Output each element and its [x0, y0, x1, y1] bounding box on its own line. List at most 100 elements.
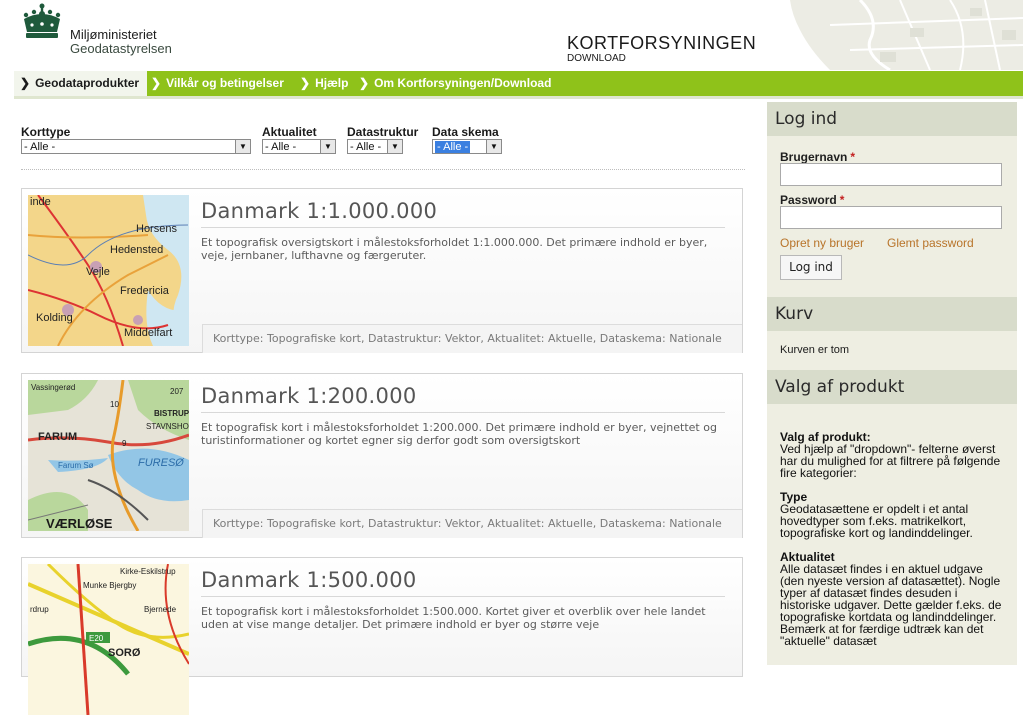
- thumb-label: Kirke-Eskilstrup: [120, 567, 176, 576]
- agency-name: Geodatastyrelsen: [70, 41, 172, 56]
- password-label: Password *: [780, 193, 844, 207]
- chevron-right-icon: ❯: [359, 76, 370, 90]
- thumb-label: BISTRUP: [154, 409, 189, 418]
- help-actual-text: Alle datasæt findes i en aktuel udgave (…: [780, 562, 1002, 648]
- chevron-right-icon: ❯: [151, 76, 162, 90]
- thumb-label: VÆRLØSE: [46, 516, 113, 531]
- nav-item-label: Om Kortforsyningen/Download: [374, 76, 552, 90]
- username-input[interactable]: [780, 163, 1002, 186]
- thumb-label: FURESØ: [138, 457, 185, 469]
- required-mark: *: [850, 150, 856, 164]
- filter-label: Korttype: [21, 125, 71, 139]
- basket-status: Kurven er tom: [780, 344, 850, 356]
- thumb-label: Horsens: [136, 223, 177, 235]
- thumb-label: Kolding: [36, 312, 73, 324]
- triangle-down-icon[interactable]: ▼: [235, 140, 250, 153]
- thumb-label: Vejle: [86, 266, 110, 278]
- select-value: - Alle -: [265, 141, 297, 153]
- nav-item-label: Hjælp: [315, 76, 349, 90]
- help-type: Type Geodatasættene er opdelt i et antal…: [780, 491, 1008, 539]
- username-label-text: Brugernavn: [780, 150, 848, 164]
- filter-divider: [21, 169, 745, 170]
- basket-heading: Kurv: [767, 297, 1017, 331]
- required-mark: *: [839, 193, 845, 207]
- thumb-label: 10: [110, 400, 119, 409]
- chevron-right-icon: ❯: [20, 76, 31, 90]
- filter-data-skema: Data skema - Alle - ▼: [432, 125, 502, 154]
- header-map-graphic: [770, 0, 1023, 70]
- title-divider: [201, 412, 725, 413]
- crown-icon: [23, 3, 61, 38]
- data-skema-select[interactable]: - Alle - ▼: [432, 139, 502, 154]
- thumb-label: SORØ: [108, 647, 141, 659]
- product-thumbnail-1[interactable]: inde Horsens Hedensted Vejle Fredericia …: [28, 195, 189, 346]
- product-title[interactable]: Danmark 1:1.000.000: [201, 199, 437, 223]
- help-type-text: Geodatasættene er opdelt i et antal hove…: [780, 502, 973, 540]
- brand-subtitle: DOWNLOAD: [567, 53, 626, 64]
- thumb-label: STAVNSHOLT: [146, 422, 189, 431]
- datastruktur-select[interactable]: - Alle - ▼: [347, 139, 403, 154]
- thumb-label: rdrup: [30, 605, 49, 614]
- nav-item-om-kortforsyningen[interactable]: ❯ Om Kortforsyningen/Download: [359, 71, 551, 96]
- help-intro: Valg af produkt: Ved hjælp af "dropdown"…: [780, 431, 1008, 479]
- password-input[interactable]: [780, 206, 1002, 229]
- help-intro-text: Ved hjælp af "dropdown"- felterne øverst…: [780, 442, 1001, 480]
- thumb-label: Munke Bjergby: [83, 581, 136, 590]
- filter-label: Aktualitet: [262, 125, 317, 139]
- title-divider: [201, 227, 725, 228]
- filter-korttype: Korttype - Alle - ▼: [21, 125, 251, 154]
- filter-label: Data skema: [432, 125, 499, 139]
- nav-item-label: Geodataprodukter: [35, 76, 140, 90]
- triangle-down-icon[interactable]: ▼: [320, 140, 335, 153]
- product-description: Et topografisk oversigtskort i målestoks…: [201, 236, 708, 262]
- create-user-link[interactable]: Opret ny bruger: [780, 236, 864, 250]
- triangle-down-icon[interactable]: ▼: [387, 140, 402, 153]
- thumb-label: Farum Sø: [58, 461, 94, 470]
- product-card-2[interactable]: Vassingerød FARUM BISTRUP STAVNSHOLT Far…: [21, 373, 743, 538]
- aktualitet-select[interactable]: - Alle - ▼: [262, 139, 336, 154]
- korttype-select[interactable]: - Alle - ▼: [21, 139, 251, 154]
- thumb-label: Vassingerød: [31, 383, 75, 392]
- nav-item-geodataprodukter[interactable]: ❯ Geodataprodukter: [14, 71, 148, 96]
- product-meta: Korttype: Topografiske kort, Datastruktu…: [202, 509, 742, 538]
- sidebar: Log ind Brugernavn * Password * Opret ny b…: [767, 102, 1017, 665]
- product-selection-heading: Valg af produkt: [767, 370, 1017, 404]
- thumb-label: Hedensted: [110, 244, 163, 256]
- select-value: - Alle -: [435, 141, 471, 153]
- thumb-label: Fredericia: [120, 285, 170, 297]
- login-button[interactable]: Log ind: [780, 255, 842, 280]
- chevron-right-icon: ❯: [300, 76, 311, 90]
- thumb-label: E20: [89, 634, 104, 643]
- thumb-label: 9: [122, 439, 127, 448]
- ministry-name: Miljøministeriet: [70, 27, 157, 42]
- title-divider: [201, 596, 725, 597]
- product-thumbnail-2[interactable]: Vassingerød FARUM BISTRUP STAVNSHOLT Far…: [28, 380, 189, 531]
- product-title[interactable]: Danmark 1:200.000: [201, 384, 417, 408]
- forgot-password-link[interactable]: Glemt password: [887, 236, 974, 250]
- nav-item-hjaelp[interactable]: ❯ Hjælp: [300, 71, 348, 96]
- product-card-3[interactable]: Kirke-Eskilstrup Munke Bjergby Bjernede …: [21, 557, 743, 715]
- thumb-label: inde: [30, 196, 51, 208]
- nav-item-label: Vilkår og betingelser: [166, 76, 284, 90]
- filter-bar: Korttype - Alle - ▼ Aktualitet - Alle - …: [21, 125, 745, 170]
- product-meta: Korttype: Topografiske kort, Datastruktu…: [202, 324, 742, 353]
- thumb-label: Bjernede: [144, 605, 177, 614]
- product-thumbnail-3[interactable]: Kirke-Eskilstrup Munke Bjergby Bjernede …: [28, 564, 189, 715]
- product-title[interactable]: Danmark 1:500.000: [201, 568, 417, 592]
- select-value: - Alle -: [350, 141, 382, 153]
- product-card-1[interactable]: inde Horsens Hedensted Vejle Fredericia …: [21, 188, 743, 353]
- nav-item-vilkaar[interactable]: ❯ Vilkår og betingelser: [151, 71, 284, 96]
- site-header: Miljøministeriet Geodatastyrelsen KORTFO…: [0, 0, 1023, 70]
- thumb-label: Middelfart: [124, 327, 172, 339]
- username-label: Brugernavn *: [780, 150, 855, 164]
- product-description: Et topografisk kort i målestoksforholdet…: [201, 605, 706, 631]
- password-label-text: Password: [780, 193, 837, 207]
- select-value: - Alle -: [24, 141, 56, 153]
- brand-title[interactable]: KORTFORSYNINGEN: [567, 33, 756, 54]
- nav-shadow: [14, 96, 1023, 99]
- login-heading: Log ind: [767, 102, 1017, 136]
- product-help-text: Valg af produkt: Ved hjælp af "dropdown"…: [780, 431, 1008, 659]
- triangle-down-icon[interactable]: ▼: [486, 140, 501, 153]
- filter-aktualitet: Aktualitet - Alle - ▼: [262, 125, 336, 154]
- product-description: Et topografisk kort i målestoksforholdet…: [201, 421, 717, 447]
